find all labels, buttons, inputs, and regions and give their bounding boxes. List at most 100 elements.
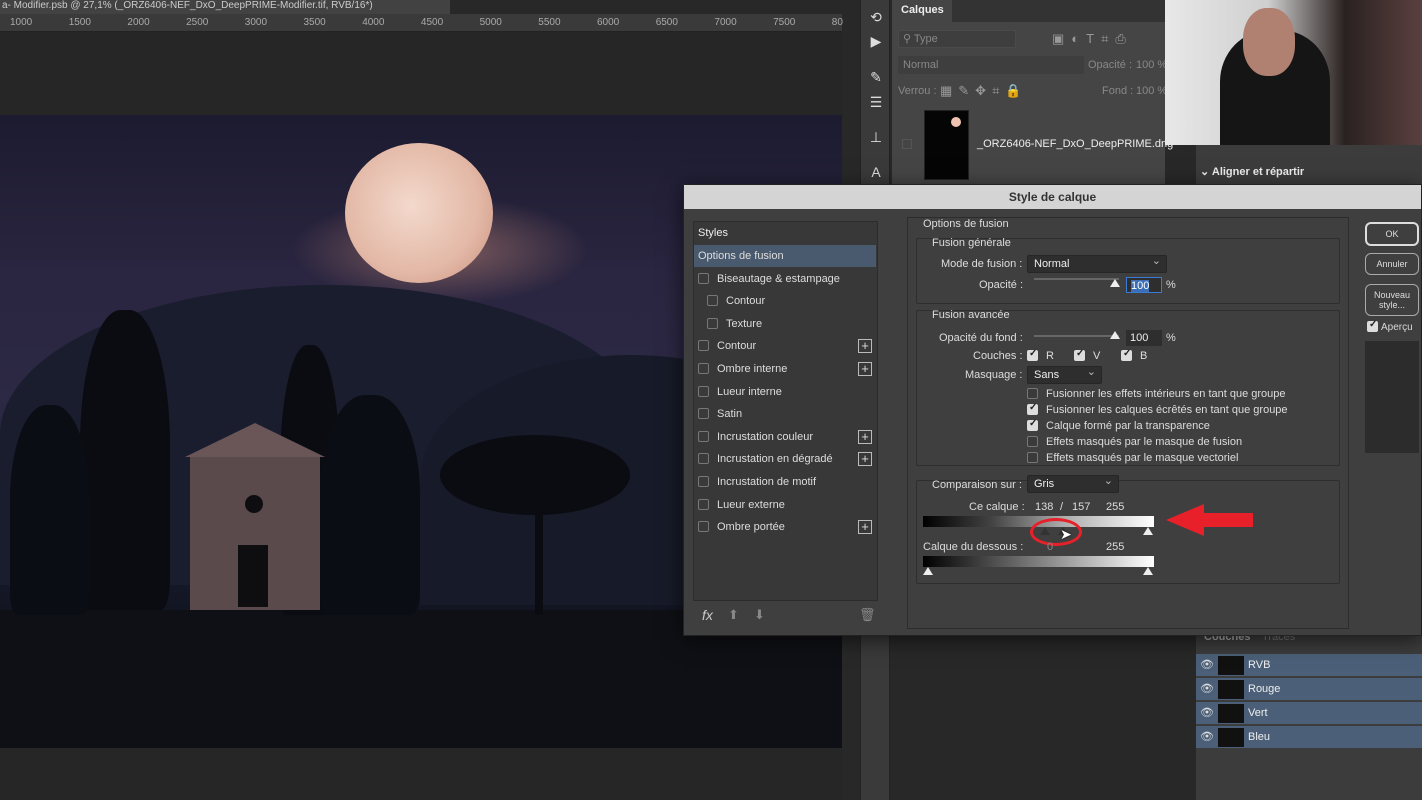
style-item[interactable]: Satin <box>694 403 876 425</box>
checkbox[interactable] <box>1027 418 1038 431</box>
checkbox[interactable] <box>1074 348 1085 361</box>
checkbox[interactable] <box>698 453 709 465</box>
add-effect-icon[interactable]: + <box>858 520 872 535</box>
checkbox[interactable] <box>1027 402 1038 415</box>
fill-opacity-thumb[interactable] <box>1110 331 1120 339</box>
checkbox[interactable] <box>698 272 709 284</box>
layer-name[interactable]: _ORZ6406-NEF_DxO_DeepPRIME.dng <box>977 138 1173 150</box>
history-icon[interactable]: ⟲ <box>867 8 885 26</box>
channel-name: RVB <box>1248 659 1271 671</box>
checkbox[interactable] <box>698 521 709 533</box>
advanced-option-checkbox[interactable]: Fusionner les calques écrêtés en tant qu… <box>1027 402 1288 416</box>
add-effect-icon[interactable]: + <box>858 452 872 467</box>
eye-icon[interactable]: 👁 <box>1200 702 1214 725</box>
new-style-button[interactable]: Nouveau style... <box>1365 284 1419 316</box>
style-item[interactable]: Ombre interne + <box>694 358 876 380</box>
underlying-gradient[interactable] <box>923 556 1154 567</box>
fill-opacity-slider[interactable] <box>1034 335 1119 337</box>
checkbox[interactable] <box>1027 348 1038 361</box>
checkbox[interactable] <box>698 408 709 420</box>
layer-filter-input[interactable]: ⚲ Type <box>898 30 1016 48</box>
eye-icon[interactable]: 👁 <box>1200 678 1214 701</box>
ok-button[interactable]: OK <box>1365 222 1419 246</box>
blend-if-select[interactable]: Gris <box>1027 473 1119 493</box>
advanced-option-checkbox[interactable]: Effets masqués par le masque vectoriel <box>1027 452 1238 464</box>
opacity-value[interactable]: 100 % <box>1136 59 1167 71</box>
styles-header[interactable]: Styles <box>698 227 728 239</box>
layer-row[interactable]: _ORZ6406-NEF_DxO_DeepPRIME.dng <box>892 105 1173 185</box>
opacity-slider[interactable] <box>1034 278 1119 280</box>
visibility-toggle[interactable] <box>902 139 912 149</box>
checkbox[interactable] <box>698 340 709 352</box>
underlying-black-thumb[interactable] <box>923 567 933 575</box>
style-item[interactable]: Incrustation de motif <box>694 471 876 493</box>
fx-icon[interactable]: fx <box>702 607 713 623</box>
add-effect-icon[interactable]: + <box>858 362 872 376</box>
style-item[interactable]: Incrustation couleur + <box>694 426 876 448</box>
blend-mode-select[interactable]: Normal <box>1027 253 1167 273</box>
style-item[interactable]: Lueur externe <box>694 494 876 516</box>
checkbox[interactable] <box>698 385 709 397</box>
opacity-input[interactable]: 100 <box>1126 277 1162 293</box>
clone-source-icon[interactable]: ⊥ <box>867 128 885 146</box>
play-icon[interactable]: ▶ <box>867 32 885 50</box>
advanced-option-checkbox[interactable]: Calque formé par la transparence <box>1027 418 1210 432</box>
fill-value[interactable]: 100 % <box>1136 85 1167 97</box>
checkbox[interactable] <box>1027 388 1038 399</box>
opacity-slider-thumb[interactable] <box>1110 279 1120 287</box>
checkbox[interactable] <box>698 498 709 510</box>
brush-presets-icon[interactable]: ✎ <box>867 68 885 86</box>
lock-icons[interactable]: ▦✎✥⌗🔒 <box>940 83 1028 99</box>
document-tab[interactable]: a- Modifier.psb @ 27,1% (_ORZ6406-NEF_Dx… <box>0 0 450 14</box>
channel-row[interactable]: 👁 Rouge <box>1196 678 1422 701</box>
eye-icon[interactable]: 👁 <box>1200 654 1214 677</box>
underlying-white-thumb[interactable] <box>1143 567 1153 575</box>
tab-layers[interactable]: Calques <box>892 0 952 22</box>
style-item[interactable]: Texture <box>694 313 876 335</box>
channel-checkbox[interactable]: B <box>1121 348 1147 362</box>
fill-opacity-input[interactable]: 100 <box>1126 330 1162 346</box>
channel-row[interactable]: 👁 RVB <box>1196 654 1422 677</box>
style-item[interactable]: Contour + <box>694 335 876 357</box>
adjustments-icon[interactable]: ☰ <box>867 93 885 111</box>
advanced-option-checkbox[interactable]: Fusionner les effets intérieurs en tant … <box>1027 388 1286 400</box>
align-panel-header[interactable]: ⌄ Aligner et répartir <box>1200 165 1304 178</box>
checkbox[interactable] <box>707 317 718 329</box>
style-item-label: Biseautage & estampage <box>717 272 840 285</box>
advanced-option-checkbox[interactable]: Effets masqués par le masque de fusion <box>1027 436 1242 448</box>
checkbox[interactable] <box>698 476 709 487</box>
this-layer-white-thumb[interactable] <box>1143 527 1153 535</box>
character-icon[interactable]: A <box>867 163 885 181</box>
checkbox[interactable] <box>698 430 709 442</box>
channel-thumbnail <box>1218 680 1244 699</box>
checkbox[interactable] <box>707 295 718 307</box>
move-up-icon[interactable]: ⬆ <box>728 607 739 623</box>
cancel-button[interactable]: Annuler <box>1365 253 1419 275</box>
preview-checkbox[interactable]: Aperçu <box>1367 319 1419 333</box>
knockout-select[interactable]: Sans <box>1027 364 1102 384</box>
style-item[interactable]: Biseautage & estampage <box>694 268 876 290</box>
channel-row[interactable]: 👁 Vert <box>1196 702 1422 725</box>
add-effect-icon[interactable]: + <box>858 339 872 354</box>
filter-icons[interactable]: ▣◐T⌗⎙ <box>1052 31 1133 47</box>
channel-checkbox[interactable]: V <box>1074 348 1100 362</box>
trash-icon[interactable]: 🗑 <box>859 607 876 623</box>
blend-mode-select[interactable]: Normal <box>898 56 1084 74</box>
style-item[interactable]: Contour <box>694 290 876 312</box>
dialog-title[interactable]: Style de calque <box>684 185 1421 209</box>
checkbox[interactable] <box>1027 436 1038 447</box>
checkbox[interactable] <box>1367 319 1378 332</box>
move-down-icon[interactable]: ⬇ <box>754 607 765 623</box>
channel-row[interactable]: 👁 Bleu <box>1196 726 1422 749</box>
eye-icon[interactable]: 👁 <box>1200 726 1214 749</box>
style-item[interactable]: Options de fusion <box>694 245 876 267</box>
checkbox[interactable] <box>698 363 709 374</box>
channel-checkbox[interactable]: R <box>1027 348 1054 362</box>
checkbox[interactable] <box>1121 348 1132 361</box>
style-item[interactable]: Lueur interne <box>694 381 876 403</box>
style-item[interactable]: Ombre portée + <box>694 516 876 538</box>
checkbox[interactable] <box>1027 452 1038 463</box>
general-blending-group: Fusion générale Mode de fusion : Normal … <box>916 237 1340 304</box>
add-effect-icon[interactable]: + <box>858 429 872 444</box>
style-item[interactable]: Incrustation en dégradé + <box>694 448 876 470</box>
